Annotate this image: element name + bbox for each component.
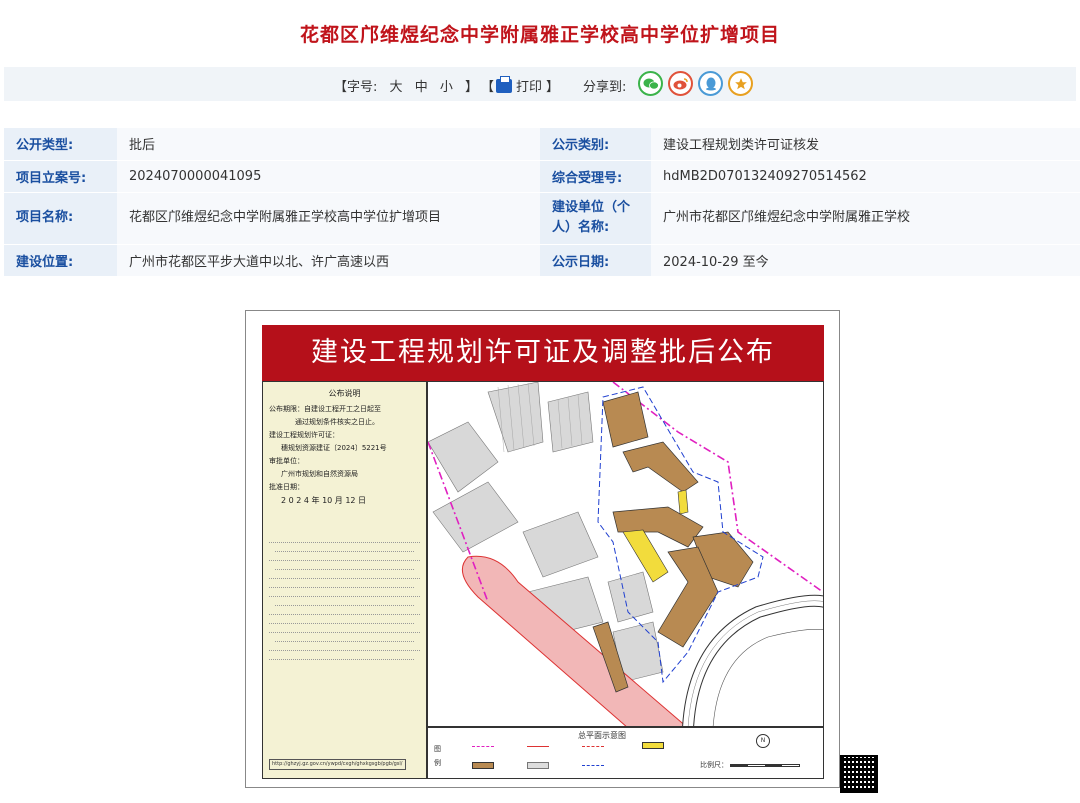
map-legend: 总平面示意图 图例 N 比例尺： [427, 727, 824, 779]
legend-label: 图例 [434, 745, 441, 767]
font-size-label: 【字号: [334, 80, 378, 95]
plan-title: 总平面示意图 [578, 731, 626, 740]
gongshi-leibie-value: 建设工程规划类许可证核发 [651, 128, 1080, 161]
print-open-bracket: 【 [481, 80, 495, 95]
font-size-close-bracket: 】 [465, 80, 479, 95]
qr-code [840, 744, 882, 794]
lian-hao-label: 项目立案号: [4, 160, 117, 193]
compass-label: N [760, 737, 766, 744]
qr-caption [840, 744, 882, 753]
notice-period-2: 通过规划条件核实之日止。 [295, 418, 379, 426]
share-label: 分享到: [583, 80, 627, 95]
share-icons [638, 71, 753, 96]
gongshi-riqi-label: 公示日期: [540, 244, 651, 277]
notice-license-label: 建设工程规划许可证： [269, 431, 339, 439]
printer-icon [496, 75, 513, 93]
qr-code-icon [840, 755, 878, 793]
gongkai-leixing-value: 批后 [117, 128, 540, 161]
lian-hao-value: 2024070000041095 [117, 160, 540, 193]
table-row: 公开类型: 批后 公示类别: 建设工程规划类许可证核发 [4, 128, 1080, 161]
qq-icon[interactable] [698, 71, 723, 96]
legend-swatches [452, 742, 687, 772]
table-row: 项目立案号: 2024070000041095 综合受理号: hdMB2D070… [4, 160, 1080, 193]
scale-label: 比例尺： [700, 761, 728, 769]
xiangmu-mingcheng-value: 花都区邝维煜纪念中学附属雅正学校高中学位扩增项目 [117, 192, 540, 245]
page-title: 花都区邝维煜纪念中学附属雅正学校高中学位扩增项目 [299, 24, 780, 46]
gongshi-leibie-label: 公示类别: [540, 128, 651, 161]
shouli-hao-label: 综合受理号: [540, 160, 651, 193]
table-row: 项目名称: 花都区邝维煜纪念中学附属雅正学校高中学位扩增项目 建设单位（个人）名… [4, 192, 1080, 245]
print-close-bracket: 】 [546, 80, 560, 95]
jianshe-danwei-value: 广州市花都区邝维煜纪念中学附属雅正学校 [651, 192, 1080, 245]
notice-date: 2 0 2 4 年 10 月 12 日 [281, 496, 367, 505]
shouli-hao-value: hdMB2D070132409270514562 [651, 160, 1080, 193]
permit-poster-image: 建设工程规划许可证及调整批后公布 公布说明 公布期限：自建设工程开工之日起至 通… [245, 310, 840, 788]
notice-url: http://ghzyj.gz.gov.cn/ywpd/cxgh/ghxkgsg… [269, 759, 406, 770]
font-size-medium[interactable]: 中 [415, 80, 428, 95]
poster-banner: 建设工程规划许可证及调整批后公布 [262, 325, 824, 381]
notice-license-no: 穗规划资源建证〔2024〕5221号 [281, 444, 387, 452]
toolbar: 【字号: 大 中 小 】 【 打印 】 分享到: [4, 67, 1076, 101]
font-size-small[interactable]: 小 [440, 80, 453, 95]
notice-title: 公布说明 [328, 389, 361, 398]
wechat-icon[interactable] [638, 71, 663, 96]
print-button[interactable]: 【 打印 】 [481, 75, 560, 95]
notice-approver: 广州市规划和自然资源局 [281, 470, 358, 478]
notice-period-1: 公布期限：自建设工程开工之日起至 [269, 405, 381, 413]
weibo-icon[interactable] [668, 71, 693, 96]
compass-icon: N [756, 734, 770, 748]
jianshe-weizhi-value: 广州市花都区平步大道中以北、许广高速以西 [117, 244, 540, 277]
poster-notice-panel: 公布说明 公布期限：自建设工程开工之日起至 通过规划条件核实之日止。 建设工程规… [262, 381, 427, 779]
print-label: 打印 [516, 80, 543, 95]
gongshi-riqi-value: 2024-10-29 至今 [651, 244, 1080, 277]
notice-date-label: 批准日期： [269, 483, 304, 491]
font-size-control: 【字号: 大 中 小 】 [334, 76, 486, 95]
table-row: 建设位置: 广州市花都区平步大道中以北、许广高速以西 公示日期: 2024-10… [4, 244, 1080, 277]
gongkai-leixing-label: 公开类型: [4, 128, 117, 161]
font-size-large[interactable]: 大 [390, 80, 403, 95]
project-info-table: 公开类型: 批后 公示类别: 建设工程规划类许可证核发 项目立案号: 20240… [4, 128, 1080, 277]
favorite-icon[interactable] [728, 71, 753, 96]
xiangmu-mingcheng-label: 项目名称: [4, 192, 117, 245]
site-plan-map [427, 381, 824, 727]
scale-bar: 比例尺： [700, 760, 801, 770]
jianshe-danwei-label: 建设单位（个人）名称: [540, 192, 651, 245]
notice-approver-label: 审批单位： [269, 457, 304, 465]
notice-fine-print [269, 542, 420, 664]
jianshe-weizhi-label: 建设位置: [4, 244, 117, 277]
